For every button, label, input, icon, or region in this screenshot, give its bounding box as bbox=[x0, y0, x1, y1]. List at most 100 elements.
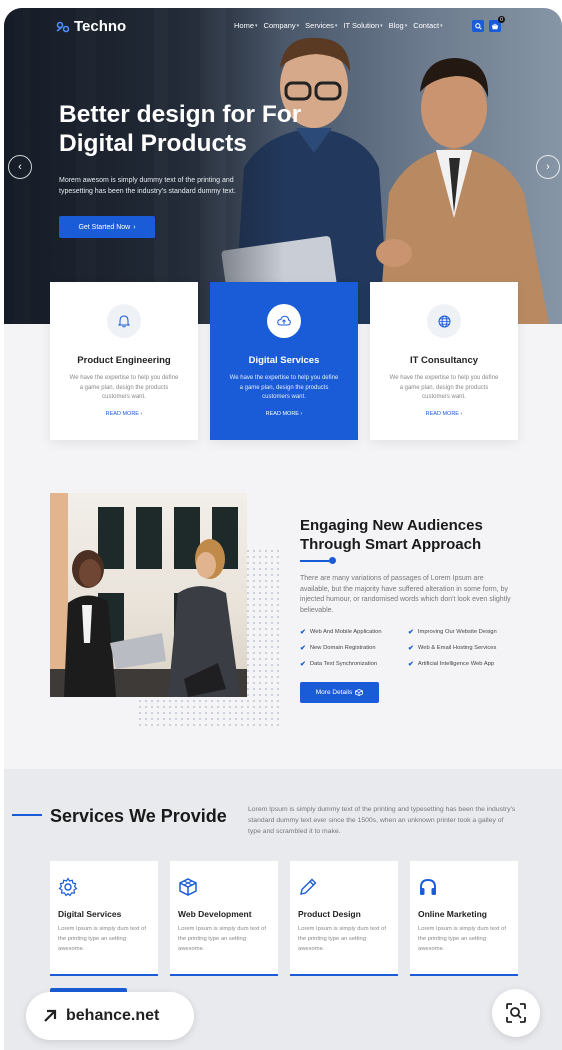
section-accent-line bbox=[12, 814, 42, 816]
search-icon bbox=[474, 22, 482, 30]
service-card-online-marketing[interactable]: Online Marketing Lorem Ipsum is simply d… bbox=[410, 861, 518, 976]
service-desc: Lorem Ipsum is simply dum text of the pr… bbox=[58, 926, 146, 952]
title-underline-dot bbox=[329, 557, 336, 564]
chevron-right-icon: › bbox=[546, 161, 550, 173]
checklist-label: Web & Email Hosting Services bbox=[417, 645, 497, 651]
read-more-link[interactable]: READ MORE › bbox=[50, 411, 198, 417]
feature-desc: We have the expertise to help you define… bbox=[389, 375, 499, 400]
chevron-down-icon: ▾ bbox=[334, 22, 338, 29]
cube-icon bbox=[179, 878, 197, 896]
checklist-item: ✔ Artificial Intelligence Web App bbox=[408, 660, 530, 668]
read-more-link[interactable]: READ MORE › bbox=[210, 411, 358, 417]
feature-title: IT Consultancy bbox=[409, 355, 479, 366]
read-more-label: READ MORE bbox=[105, 410, 139, 417]
services-title: Services We Provide bbox=[50, 806, 227, 826]
feature-desc: We have the expertise to help you define… bbox=[69, 375, 179, 400]
search-button[interactable] bbox=[472, 20, 484, 32]
checklist-item: ✔ Data Text Synchronization bbox=[300, 660, 408, 668]
service-desc: Lorem Ipsum is simply dum text of the pr… bbox=[418, 926, 506, 952]
chevron-down-icon: ▾ bbox=[296, 22, 300, 29]
checklist-label: Artificial Intelligence Web App bbox=[417, 661, 495, 667]
more-details-button[interactable]: More Details bbox=[300, 682, 379, 703]
chevron-right-icon: › bbox=[140, 410, 143, 417]
nav-item-it-solution[interactable]: IT Solution ▾ bbox=[343, 21, 382, 30]
feature-icon-circle bbox=[107, 304, 141, 338]
service-card-web-development[interactable]: Web Development Lorem Ipsum is simply du… bbox=[170, 861, 278, 976]
feature-card-it-consultancy[interactable]: IT Consultancy We have the expertise to … bbox=[370, 282, 518, 440]
service-card-digital-services[interactable]: Digital Services Lorem Ipsum is simply d… bbox=[50, 861, 158, 976]
checklist-item: ✔ New Domain Registration bbox=[300, 644, 408, 652]
chevron-right-icon: › bbox=[300, 410, 303, 417]
check-icon: ✔ bbox=[300, 661, 306, 668]
service-desc: Lorem Ipsum is simply dum text of the pr… bbox=[298, 926, 386, 952]
nav-label: Blog bbox=[388, 21, 404, 30]
nav-item-company[interactable]: Company ▾ bbox=[264, 21, 300, 30]
read-more-link[interactable]: READ MORE › bbox=[370, 411, 518, 417]
service-card-product-design[interactable]: Product Design Lorem Ipsum is simply dum… bbox=[290, 861, 398, 976]
feature-card-product-engineering[interactable]: Product Engineering We have the expertis… bbox=[50, 282, 198, 440]
nav-label: IT Solution bbox=[343, 21, 380, 30]
about-image bbox=[50, 493, 247, 697]
chevron-left-icon: ‹ bbox=[18, 161, 22, 173]
headphones-icon bbox=[420, 878, 436, 895]
get-started-button[interactable]: Get Started Now › bbox=[59, 216, 155, 238]
nav-label: Home bbox=[234, 21, 255, 30]
services-text: Lorem Ipsum is simply dummy text of the … bbox=[248, 806, 516, 835]
feature-icon-circle bbox=[427, 304, 461, 338]
gear-icon bbox=[58, 877, 78, 897]
checklist-item: ✔ Web And Mobile Application bbox=[300, 628, 408, 636]
hero-title: Better design for For Digital Products bbox=[59, 101, 302, 157]
cart-count-badge: 0 bbox=[498, 16, 505, 23]
source-label: behance.net bbox=[66, 1007, 160, 1024]
service-title: Product Design bbox=[298, 909, 361, 919]
logo[interactable]: Techno bbox=[56, 18, 126, 35]
service-title: Online Marketing bbox=[418, 909, 487, 919]
check-icon: ✔ bbox=[300, 629, 306, 636]
chevron-down-icon: ▾ bbox=[404, 22, 408, 29]
feature-title: Product Engineering bbox=[77, 355, 171, 366]
pencil-icon bbox=[300, 878, 317, 895]
logo-icon bbox=[56, 21, 70, 32]
source-link[interactable]: behance.net bbox=[26, 992, 194, 1040]
check-icon: ✔ bbox=[300, 645, 306, 652]
arrow-up-right-icon bbox=[44, 1009, 57, 1022]
slider-next-button[interactable]: › bbox=[536, 155, 560, 179]
check-icon: ✔ bbox=[408, 661, 414, 668]
chevron-right-icon: › bbox=[133, 223, 136, 231]
feature-title: Digital Services bbox=[248, 355, 320, 366]
nav-label: Contact bbox=[413, 21, 440, 30]
about-title: Engaging New Audiences Through Smart App… bbox=[300, 517, 483, 553]
checklist-label: Web And Mobile Application bbox=[309, 629, 382, 635]
hero-text: Morem awesom is simply dummy text of the… bbox=[59, 177, 236, 195]
checklist-label: New Domain Registration bbox=[309, 645, 376, 651]
checklist-label: Data Text Synchronization bbox=[309, 661, 378, 667]
get-started-label: Get Started Now bbox=[78, 223, 131, 231]
feature-desc: We have the expertise to help you define… bbox=[229, 375, 339, 400]
checklist-label: Improving Our Website Design bbox=[417, 629, 497, 635]
bell-icon bbox=[118, 314, 130, 327]
cloud-upload-icon bbox=[277, 315, 291, 326]
visual-search-button[interactable] bbox=[492, 989, 540, 1037]
nav-item-services[interactable]: Services ▾ bbox=[305, 21, 337, 30]
check-icon: ✔ bbox=[408, 629, 414, 636]
chevron-down-icon: ▾ bbox=[440, 22, 443, 29]
read-more-label: READ MORE bbox=[265, 410, 299, 417]
feature-icon-circle bbox=[267, 304, 301, 338]
office-women-illustration bbox=[50, 493, 247, 697]
checklist-item: ✔ Web & Email Hosting Services bbox=[408, 644, 530, 652]
globe-icon bbox=[438, 315, 450, 327]
nav-item-contact[interactable]: Contact ▾ bbox=[413, 21, 442, 30]
page: Techno Home ▾ Company ▾ Services ▾ IT Solut… bbox=[4, 8, 562, 1050]
read-more-label: READ MORE bbox=[425, 410, 459, 417]
hero-overlay bbox=[4, 8, 284, 324]
nav-item-blog[interactable]: Blog ▾ bbox=[389, 21, 408, 30]
nav-label: Services bbox=[305, 21, 334, 30]
service-desc: Lorem Ipsum is simply dum text of the pr… bbox=[178, 926, 266, 952]
hero-section: Techno Home ▾ Company ▾ Services ▾ IT Solut… bbox=[4, 8, 562, 324]
slider-prev-button[interactable]: ‹ bbox=[8, 155, 32, 179]
nav-item-home[interactable]: Home ▾ bbox=[234, 21, 258, 30]
service-title: Digital Services bbox=[58, 909, 122, 919]
feature-checklist: ✔ Web And Mobile Application ✔ Improving O… bbox=[300, 628, 530, 668]
feature-card-digital-services[interactable]: Digital Services We have the expertise t… bbox=[210, 282, 358, 440]
checklist-item: ✔ Improving Our Website Design bbox=[408, 628, 530, 636]
